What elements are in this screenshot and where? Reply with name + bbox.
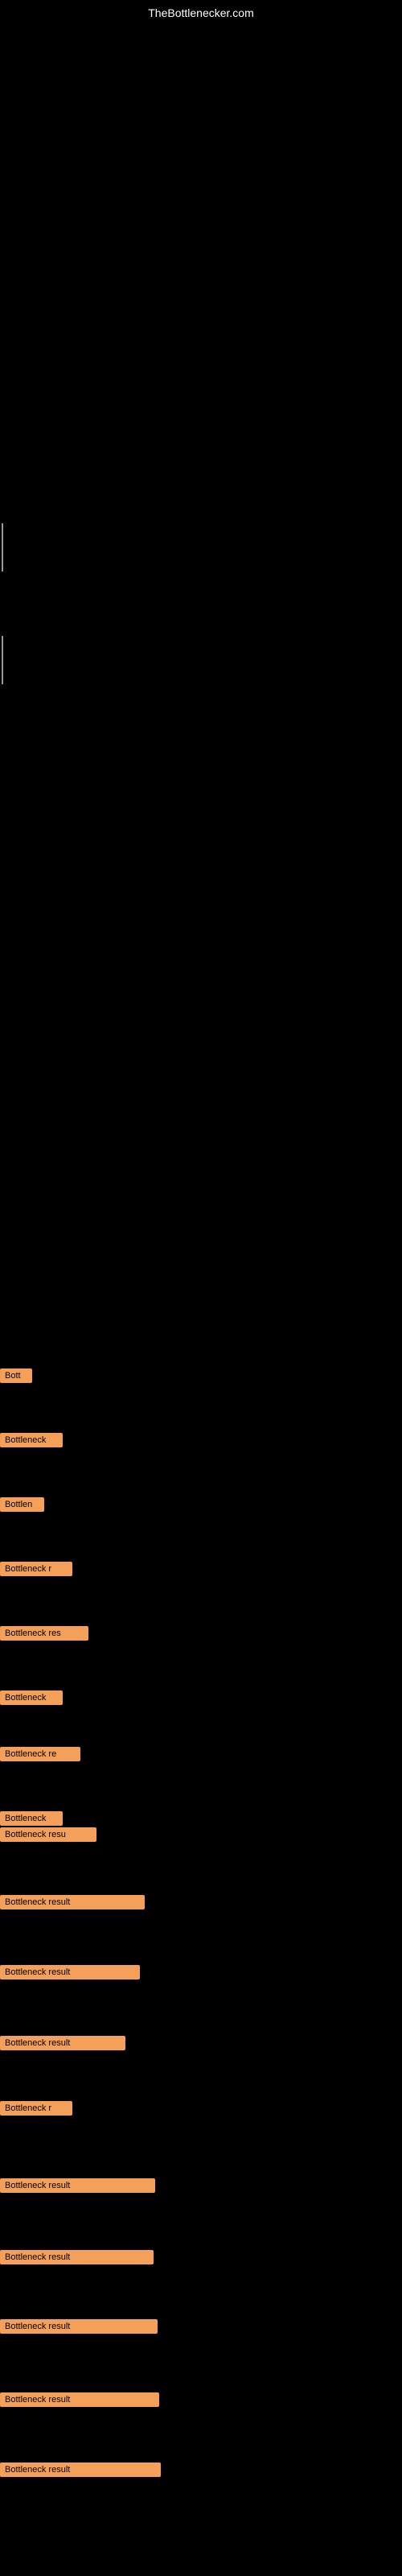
site-title: TheBottlenecker.com [148, 6, 254, 19]
bottleneck-label-early-0: Bott [0, 1368, 32, 1383]
result-row-early-5: Bottleneck [0, 1690, 63, 1709]
result-row-5: Bottleneck result [0, 2319, 158, 2338]
result-row-1: Bottleneck result [0, 1965, 140, 1984]
bottleneck-label-early-8: Bottleneck resu [0, 1827, 96, 1842]
result-row-early-2: Bottlen [0, 1497, 44, 1516]
bottleneck-label-early-7: Bottleneck [0, 1811, 63, 1826]
bottleneck-label-early-9: Bottleneck r [0, 2101, 72, 2116]
result-row-3: Bottleneck result [0, 2178, 155, 2197]
bottleneck-label-6: Bottleneck result [0, 2392, 159, 2407]
result-row-early-9: Bottleneck r [0, 2101, 72, 2120]
bottleneck-label-0: Bottleneck result [0, 1895, 145, 1909]
bottleneck-label-early-2: Bottlen [0, 1497, 44, 1512]
result-row-4: Bottleneck result [0, 2250, 154, 2268]
bottleneck-label-7: Bottleneck result [0, 2462, 161, 2477]
cursor-indicator-2 [2, 636, 3, 684]
result-row-2: Bottleneck result [0, 2036, 125, 2054]
bottleneck-label-early-5: Bottleneck [0, 1690, 63, 1705]
bottleneck-label-3: Bottleneck result [0, 2178, 155, 2193]
result-row-7: Bottleneck result [0, 2462, 161, 2481]
cursor-indicator-1 [2, 523, 3, 572]
chart-area [0, 24, 402, 427]
result-row-early-0: Bott [0, 1368, 32, 1387]
result-row-early-1: Bottleneck [0, 1433, 63, 1451]
result-row-early-6: Bottleneck re [0, 1747, 80, 1765]
result-row-early-3: Bottleneck r [0, 1562, 72, 1580]
bottleneck-label-early-6: Bottleneck re [0, 1747, 80, 1761]
result-row-early-8: Bottleneck resu [0, 1827, 96, 1846]
bottleneck-label-2: Bottleneck result [0, 2036, 125, 2050]
bottleneck-label-5: Bottleneck result [0, 2319, 158, 2334]
bottleneck-label-1: Bottleneck result [0, 1965, 140, 1979]
bottleneck-label-early-3: Bottleneck r [0, 1562, 72, 1576]
result-row-0: Bottleneck result [0, 1895, 145, 1913]
result-row-6: Bottleneck result [0, 2392, 159, 2411]
bottleneck-label-early-4: Bottleneck res [0, 1626, 88, 1641]
bottleneck-label-4: Bottleneck result [0, 2250, 154, 2264]
result-row-early-4: Bottleneck res [0, 1626, 88, 1645]
bottleneck-label-early-1: Bottleneck [0, 1433, 63, 1447]
